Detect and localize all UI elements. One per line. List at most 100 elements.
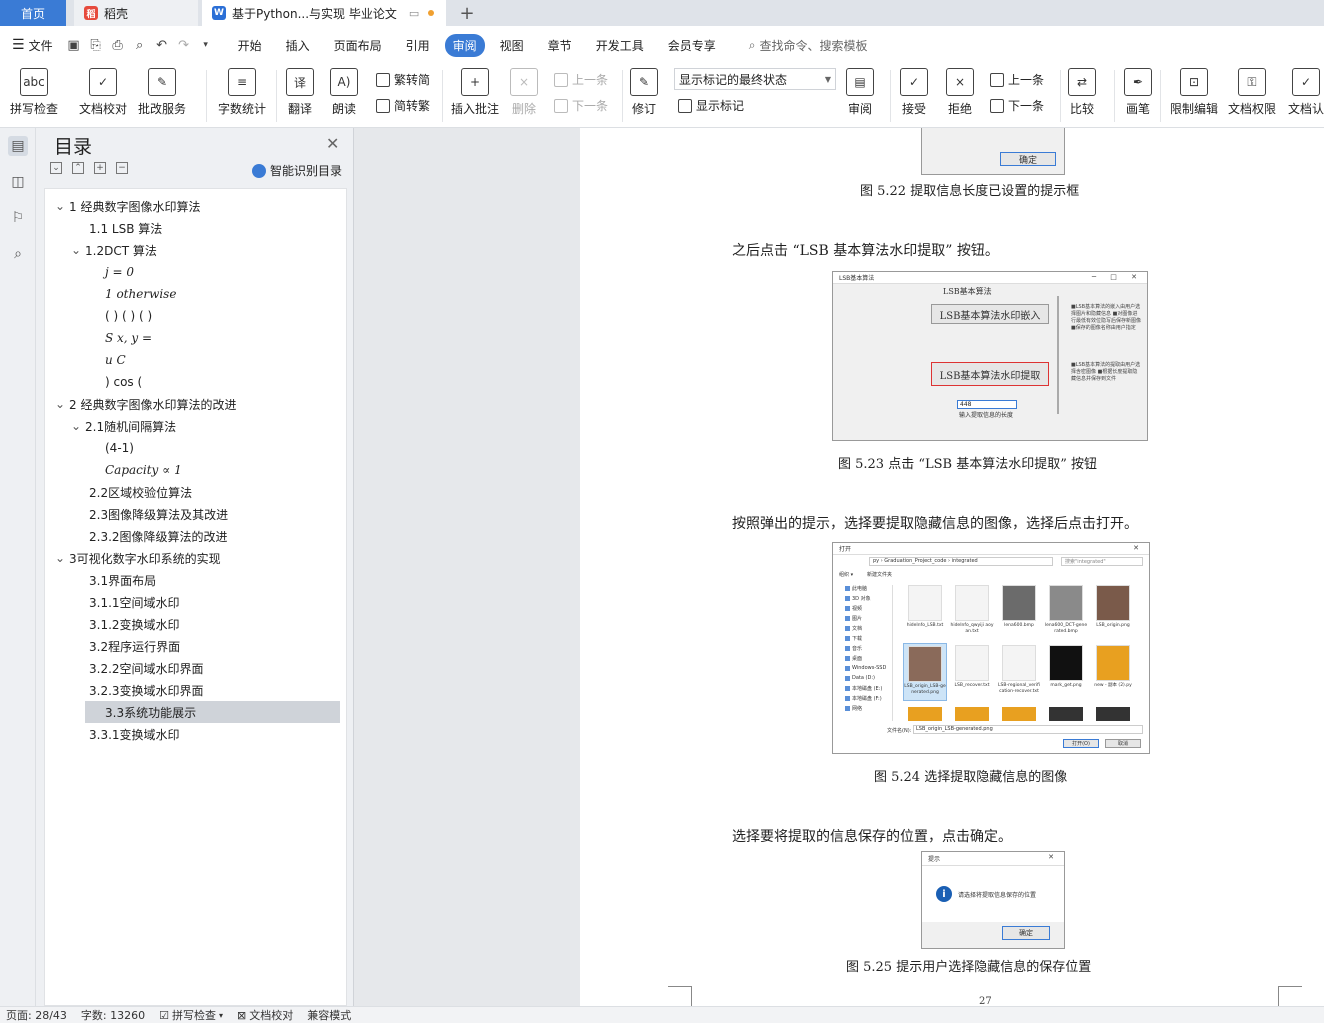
prev-comment-button[interactable]: 上一条 [554, 71, 608, 88]
toc-item[interactable]: 2.3图像降级算法及其改进 [45, 503, 348, 525]
next-change-label: 下一条 [1008, 99, 1045, 113]
to-traditional-button[interactable]: 繁转简 [376, 71, 430, 88]
menu-item[interactable]: 引用 [397, 34, 439, 57]
next-comment-button[interactable]: 下一条 [554, 97, 608, 114]
status-spellcheck[interactable]: ☑ 拼写检查 ▾ [159, 1007, 223, 1023]
toc-item[interactable]: 2.2区域校验位算法 [45, 481, 348, 503]
monitor-icon[interactable]: ▭ [409, 7, 419, 20]
word-count-button[interactable]: ≡ 字数统计 [218, 68, 266, 117]
toc-item[interactable]: 3.2.2空间域水印界面 [45, 657, 348, 679]
doc-cert-button[interactable]: ✓ 文档认 [1288, 68, 1324, 117]
toc-item[interactable]: 1.1 LSB 算法 [45, 217, 348, 239]
print-icon[interactable]: ⎙ [107, 34, 129, 56]
print-preview-icon[interactable]: ⌕ [129, 34, 151, 56]
status-word-count[interactable]: 字数: 13260 [81, 1007, 145, 1023]
caption-5-25: 图 5.25 提示用户选择隐藏信息的保存位置 [846, 960, 1092, 975]
chevron-down-icon[interactable]: ⌄ [69, 243, 83, 257]
insert-comment-button[interactable]: + 插入批注 [451, 68, 499, 117]
track-changes-button[interactable]: ✎ 修订 [630, 68, 658, 117]
menu-item[interactable]: 视图 [491, 34, 533, 57]
toc-item[interactable]: 3.1.2变换域水印 [45, 613, 348, 635]
next-change-button[interactable]: 下一条 [990, 97, 1044, 114]
toc-item[interactable]: 1 otherwise [45, 283, 348, 305]
save-icon[interactable]: ▣ [63, 34, 85, 56]
toc-item[interactable]: ( ) ( ) ( ) [45, 305, 348, 327]
remove-heading-icon[interactable]: − [116, 162, 128, 174]
doc-check-button[interactable]: ✓ 文档校对 [79, 68, 127, 117]
restrict-edit-button[interactable]: ⊡ 限制编辑 [1170, 68, 1218, 117]
menu-item[interactable]: 审阅 [444, 33, 485, 57]
undo-icon[interactable]: ↶ [151, 34, 173, 56]
redo-icon[interactable]: ↷ [173, 34, 195, 56]
toc-panel-icon[interactable]: ▤ [8, 136, 28, 156]
close-icon[interactable]: ✕ [326, 134, 339, 153]
markup-state-select[interactable]: 显示标记的最终状态 ▼ [674, 68, 836, 90]
accept-button[interactable]: ✓ 接受 [900, 68, 928, 117]
tab-daoke[interactable]: 稻 稻壳 [74, 0, 198, 26]
toc-item[interactable]: 3.2.3变换域水印界面 [45, 679, 348, 701]
new-tab-button[interactable]: + [452, 0, 482, 26]
reject-button[interactable]: × 拒绝 [946, 68, 974, 117]
next-comment-icon [554, 98, 568, 113]
pen-icon: ✒ [1124, 68, 1152, 96]
menu-item[interactable]: 会员专享 [659, 34, 725, 57]
expand-all-icon[interactable]: ⌃ [72, 162, 84, 174]
more-chevron-icon[interactable]: ▾ [195, 34, 217, 56]
chevron-down-icon[interactable]: ⌄ [53, 551, 67, 565]
toc-item[interactable]: 3.3.1变换域水印 [45, 723, 348, 745]
toc-item[interactable]: u C [45, 349, 348, 371]
show-markup-button[interactable]: 显示标记 [678, 97, 744, 114]
daoke-icon: 稻 [84, 6, 98, 20]
toc-item[interactable]: ⌄ 1 经典数字图像水印算法 [45, 195, 348, 217]
toc-item[interactable]: 3.3系统功能展示 [85, 701, 340, 723]
chevron-down-icon[interactable]: ⌄ [53, 199, 67, 213]
compare-button[interactable]: ⇄ 比较 [1068, 68, 1096, 117]
tab-home[interactable]: 首页 [0, 0, 66, 26]
status-page[interactable]: 页面: 28/43 [6, 1007, 67, 1023]
toc-item[interactable]: (4-1) [45, 437, 348, 459]
toc-item[interactable]: ⌄ 2 经典数字图像水印算法的改进 [45, 393, 348, 415]
status-doc-check[interactable]: ⊠ 文档校对 [237, 1007, 293, 1023]
toc-item[interactable]: ⌄ 3可视化数字水印系统的实现 [45, 547, 348, 569]
translate-button[interactable]: 译翻译 [286, 68, 314, 117]
add-heading-icon[interactable]: + [94, 162, 106, 174]
chevron-down-icon[interactable]: ⌄ [53, 397, 67, 411]
toc-item[interactable]: ⌄ 2.1随机间隔算法 [45, 415, 348, 437]
toc-item[interactable]: ⌄ 1.2DCT 算法 [45, 239, 348, 261]
toc-item[interactable]: 3.1.1空间域水印 [45, 591, 348, 613]
read-aloud-button[interactable]: A) 朗读 [330, 68, 358, 117]
tab-document[interactable]: W 基于Python...与实现 毕业论文 ▭ [202, 0, 446, 26]
ink-button[interactable]: ✒ 画笔 [1124, 68, 1152, 117]
toc-item[interactable]: 3.2程序运行界面 [45, 635, 348, 657]
prev-change-button[interactable]: 上一条 [990, 71, 1044, 88]
toc-item[interactable]: Capacity ∝ 1 [45, 459, 348, 481]
doc-check-icon: ⊠ [237, 1008, 247, 1022]
export-pdf-icon[interactable]: ⎘ [85, 34, 107, 56]
to-simplified-button[interactable]: 简转繁 [376, 97, 430, 114]
toc-item[interactable]: 3.1界面布局 [45, 569, 348, 591]
menu-item[interactable]: 插入 [277, 34, 319, 57]
toc-item[interactable]: 2.3.2图像降级算法的改进 [45, 525, 348, 547]
review-service-button[interactable]: ✎ 批改服务 [138, 68, 186, 117]
smart-toc-button[interactable]: 智能识别目录 [252, 162, 342, 179]
doc-permission-button[interactable]: ⚿ 文档权限 [1228, 68, 1276, 117]
spellcheck-button[interactable]: abc 拼写检查 [10, 68, 58, 117]
toc-item[interactable]: ) cos ( [45, 371, 348, 393]
menu-item[interactable]: 开发工具 [587, 34, 653, 57]
review-pane-button[interactable]: ▤ 审阅 [846, 68, 874, 117]
toc-item[interactable]: j = 0 [45, 261, 348, 283]
bookmark-icon[interactable]: ⚐ [8, 208, 28, 228]
menu-item[interactable]: 页面布局 [325, 34, 391, 57]
figure-sidebar: 此电脑 3D 对象 视频 图片 文档 下载 音乐 桌面 Windows-SSD Data (D:)… [837, 585, 893, 721]
search-icon[interactable]: ⌕ [8, 244, 28, 264]
menu-item[interactable]: 开始 [229, 34, 271, 57]
delete-comment-button[interactable]: × 删除 [510, 68, 538, 117]
file-menu[interactable]: ☰ 文件 [0, 37, 53, 54]
toc-item[interactable]: S x, y = [45, 327, 348, 349]
command-search[interactable]: ⌕ 查找命令、搜索模板 [749, 37, 868, 54]
menu-item[interactable]: 章节 [539, 34, 581, 57]
chevron-down-icon[interactable]: ⌄ [69, 419, 83, 433]
figure-5-24: 打开 ✕ py › Graduation_Project_code › integ… [832, 542, 1150, 754]
navigation-icon[interactable]: ◫ [8, 172, 28, 192]
collapse-all-icon[interactable]: ⌄ [50, 162, 62, 174]
